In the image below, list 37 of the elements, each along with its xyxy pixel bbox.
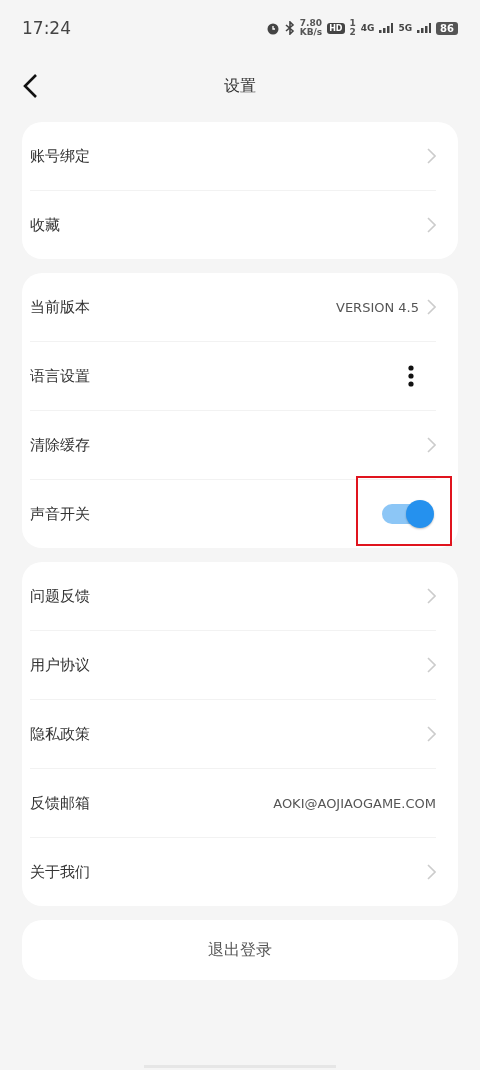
logout-button[interactable]: 退出登录 xyxy=(22,920,458,980)
signal-icon xyxy=(379,23,394,33)
page-title: 设置 xyxy=(224,75,256,97)
row-label[interactable]: 收藏 xyxy=(30,215,60,235)
chevron-icon xyxy=(427,299,436,315)
row-label[interactable]: 反馈邮箱 xyxy=(30,793,90,813)
network-speed: 7.80 xyxy=(299,19,322,28)
row-label[interactable]: 关于我们 xyxy=(30,862,90,882)
chevron-icon xyxy=(427,148,436,164)
signal-icon xyxy=(417,23,432,33)
row-label[interactable]: 语言设置 xyxy=(30,366,90,386)
row-label[interactable]: 清除缓存 xyxy=(30,435,90,455)
row-label[interactable]: 声音开关 xyxy=(30,504,90,524)
row-value: AOKI@AOJIAOGAME.COM xyxy=(273,795,436,811)
chevron-icon xyxy=(427,864,436,880)
speed-unit: KB/s xyxy=(299,28,323,37)
row-label[interactable]: 账号绑定 xyxy=(30,146,90,166)
sim-number: 1 xyxy=(349,19,356,28)
row-label[interactable]: 当前版本 xyxy=(30,297,90,317)
hd-badge: HD xyxy=(327,22,345,34)
row-value: VERSION 4.5 xyxy=(336,299,419,315)
more-icon[interactable] xyxy=(408,365,414,387)
row-label[interactable]: 问题反馈 xyxy=(30,586,90,606)
battery-level: 86 xyxy=(436,21,458,35)
bluetooth-icon xyxy=(284,21,295,35)
alarm-icon xyxy=(265,21,280,35)
network-type: 5G xyxy=(398,23,413,33)
sim-number: 2 xyxy=(349,28,356,37)
row-label[interactable]: 隐私政策 xyxy=(30,724,90,744)
row-label[interactable]: 用户协议 xyxy=(30,655,90,675)
network-type: 4G xyxy=(360,23,375,33)
chevron-icon xyxy=(427,657,436,673)
chevron-icon xyxy=(427,726,436,742)
chevron-icon xyxy=(427,437,436,453)
chevron-icon xyxy=(427,588,436,604)
chevron-icon xyxy=(427,217,436,233)
status-time: 17:24 xyxy=(22,18,71,38)
